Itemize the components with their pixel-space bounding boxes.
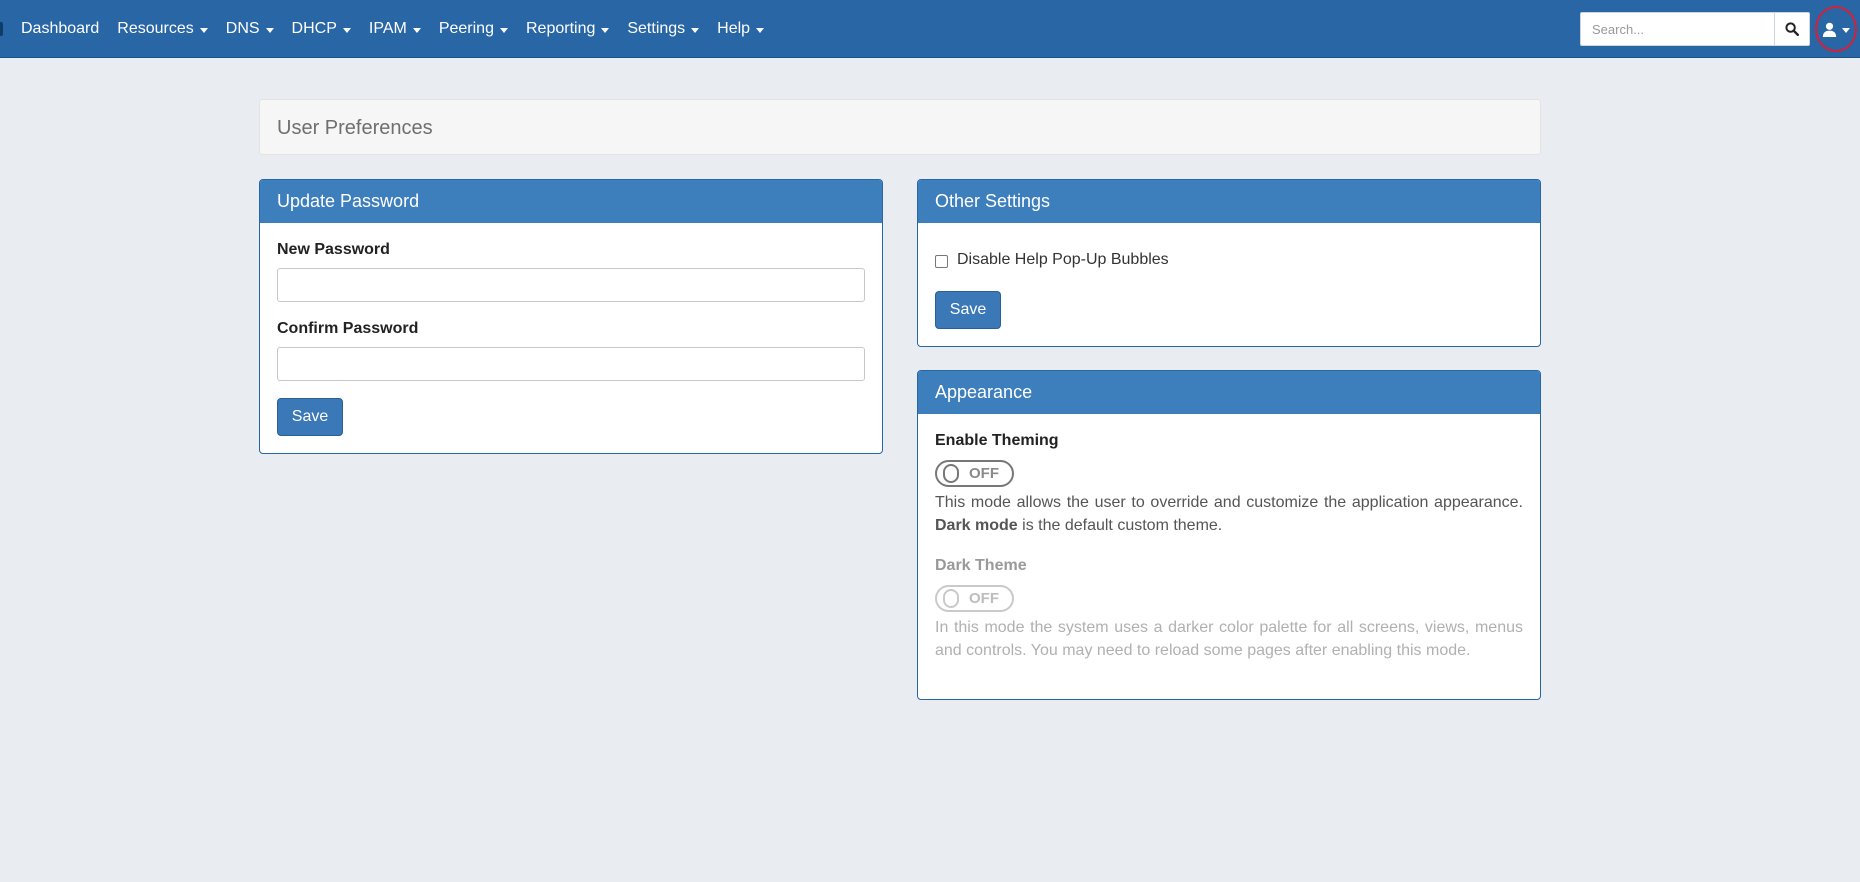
page-title: User Preferences: [277, 117, 433, 139]
nav-item-label: Resources: [117, 20, 194, 37]
caret-down-icon: [601, 27, 610, 33]
panel-title: Other Settings: [918, 180, 1540, 223]
caret-down-icon: [691, 27, 700, 33]
toggle-knob: [943, 464, 959, 483]
description-bold-text: Dark mode: [935, 517, 1018, 534]
nav-item-label: IPAM: [368, 20, 407, 37]
nav-item-label: DNS: [225, 20, 260, 37]
confirm-password-field[interactable]: [277, 347, 865, 381]
description-text: This mode allows the user to override an…: [935, 494, 1523, 511]
nav-item-label: DHCP: [291, 20, 337, 37]
search-button[interactable]: [1774, 12, 1810, 46]
nav-item-dashboard[interactable]: Dashboard: [12, 0, 108, 58]
confirm-password-label: Confirm Password: [277, 320, 419, 337]
caret-down-icon: [412, 27, 421, 33]
search-input[interactable]: [1580, 12, 1774, 46]
nav-item-resources[interactable]: Resources: [108, 0, 216, 58]
dark-theme-label: Dark Theme: [935, 557, 1027, 574]
highlight-circle: [1815, 6, 1857, 52]
panel-title: Update Password: [260, 180, 882, 223]
enable-theming-toggle[interactable]: OFF: [935, 460, 1014, 487]
save-password-button[interactable]: Save: [277, 398, 343, 436]
top-navbar: Dashboard Resources DNS DHCP IPAM Peerin…: [0, 0, 1860, 58]
nav-item-dns[interactable]: DNS: [217, 0, 283, 58]
save-settings-button[interactable]: Save: [935, 291, 1001, 329]
toggle-state-text: OFF: [969, 590, 999, 607]
new-password-label: New Password: [277, 241, 390, 258]
enable-theming-description: This mode allows the user to override an…: [935, 491, 1523, 537]
nav-item-ipam[interactable]: IPAM: [360, 0, 430, 58]
search-icon: [1785, 22, 1799, 36]
nav-item-peering[interactable]: Peering: [430, 0, 517, 58]
disable-help-checkbox[interactable]: [935, 255, 948, 268]
caret-down-icon: [199, 27, 208, 33]
nav-menu: Dashboard Resources DNS DHCP IPAM Peerin…: [12, 0, 773, 58]
toggle-state-text: OFF: [969, 465, 999, 482]
panel-title: Appearance: [918, 371, 1540, 414]
nav-item-label: Peering: [438, 20, 494, 37]
nav-item-dhcp[interactable]: DHCP: [283, 0, 360, 58]
nav-item-help[interactable]: Help: [708, 0, 773, 58]
toggle-knob: [943, 589, 959, 608]
nav-item-reporting[interactable]: Reporting: [517, 0, 618, 58]
user-menu-button[interactable]: [1815, 6, 1857, 52]
dark-theme-description: In this mode the system uses a darker co…: [935, 619, 1523, 659]
new-password-field[interactable]: [277, 268, 865, 302]
caret-down-icon: [499, 27, 508, 33]
nav-item-label: Help: [717, 20, 751, 37]
dark-theme-toggle[interactable]: OFF: [935, 585, 1014, 612]
caret-down-icon: [265, 27, 274, 33]
nav-item-settings[interactable]: Settings: [618, 0, 708, 58]
disable-help-label: Disable Help Pop-Up Bubbles: [957, 251, 1169, 268]
other-settings-panel: Other Settings Disable Help Pop-Up Bubbl…: [917, 179, 1541, 347]
appearance-panel: Appearance Enable Theming OFF This mode …: [917, 370, 1541, 700]
navbar-edge-marker: [0, 22, 3, 36]
nav-item-label: Reporting: [525, 20, 596, 37]
update-password-panel: Update Password New Password Confirm Pas…: [259, 179, 883, 454]
page-header: User Preferences: [259, 99, 1541, 155]
nav-item-label: Settings: [627, 20, 686, 37]
caret-down-icon: [756, 27, 765, 33]
nav-item-label: Dashboard: [21, 20, 100, 37]
description-text: is the default custom theme.: [1017, 517, 1223, 534]
caret-down-icon: [342, 27, 351, 33]
enable-theming-label: Enable Theming: [935, 432, 1059, 449]
